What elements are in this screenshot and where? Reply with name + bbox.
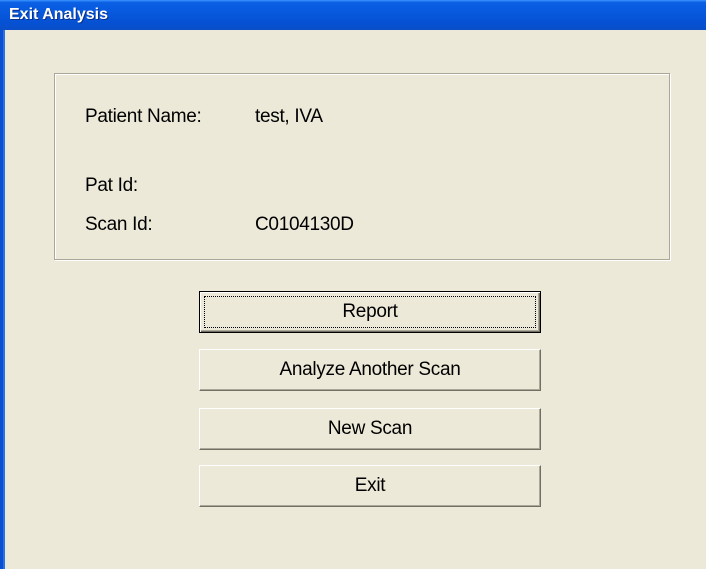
analyze-another-scan-button[interactable]: Analyze Another Scan	[199, 349, 541, 391]
pat-id-label: Pat Id:	[85, 175, 138, 196]
new-scan-button[interactable]: New Scan	[199, 408, 541, 450]
patient-info-panel: Patient Name: test, IVA Pat Id: Scan Id:…	[54, 73, 670, 260]
scan-id-label: Scan Id:	[85, 214, 153, 235]
new-scan-button-label: New Scan	[327, 418, 413, 439]
exit-analysis-window: Exit Analysis Patient Name: test, IVA Pa…	[0, 0, 706, 569]
exit-button[interactable]: Exit	[199, 465, 541, 507]
analyze-another-scan-button-label: Analyze Another Scan	[279, 359, 461, 380]
report-button[interactable]: Report	[199, 291, 541, 333]
patient-name-label: Patient Name:	[85, 106, 202, 127]
exit-button-label: Exit	[354, 475, 386, 496]
report-button-label: Report	[342, 301, 398, 322]
patient-name-value: test, IVA	[255, 106, 323, 127]
scan-id-value: C0104130D	[255, 214, 354, 235]
window-left-border	[0, 30, 10, 569]
window-title: Exit Analysis	[9, 6, 109, 23]
title-bar[interactable]: Exit Analysis	[0, 0, 706, 30]
